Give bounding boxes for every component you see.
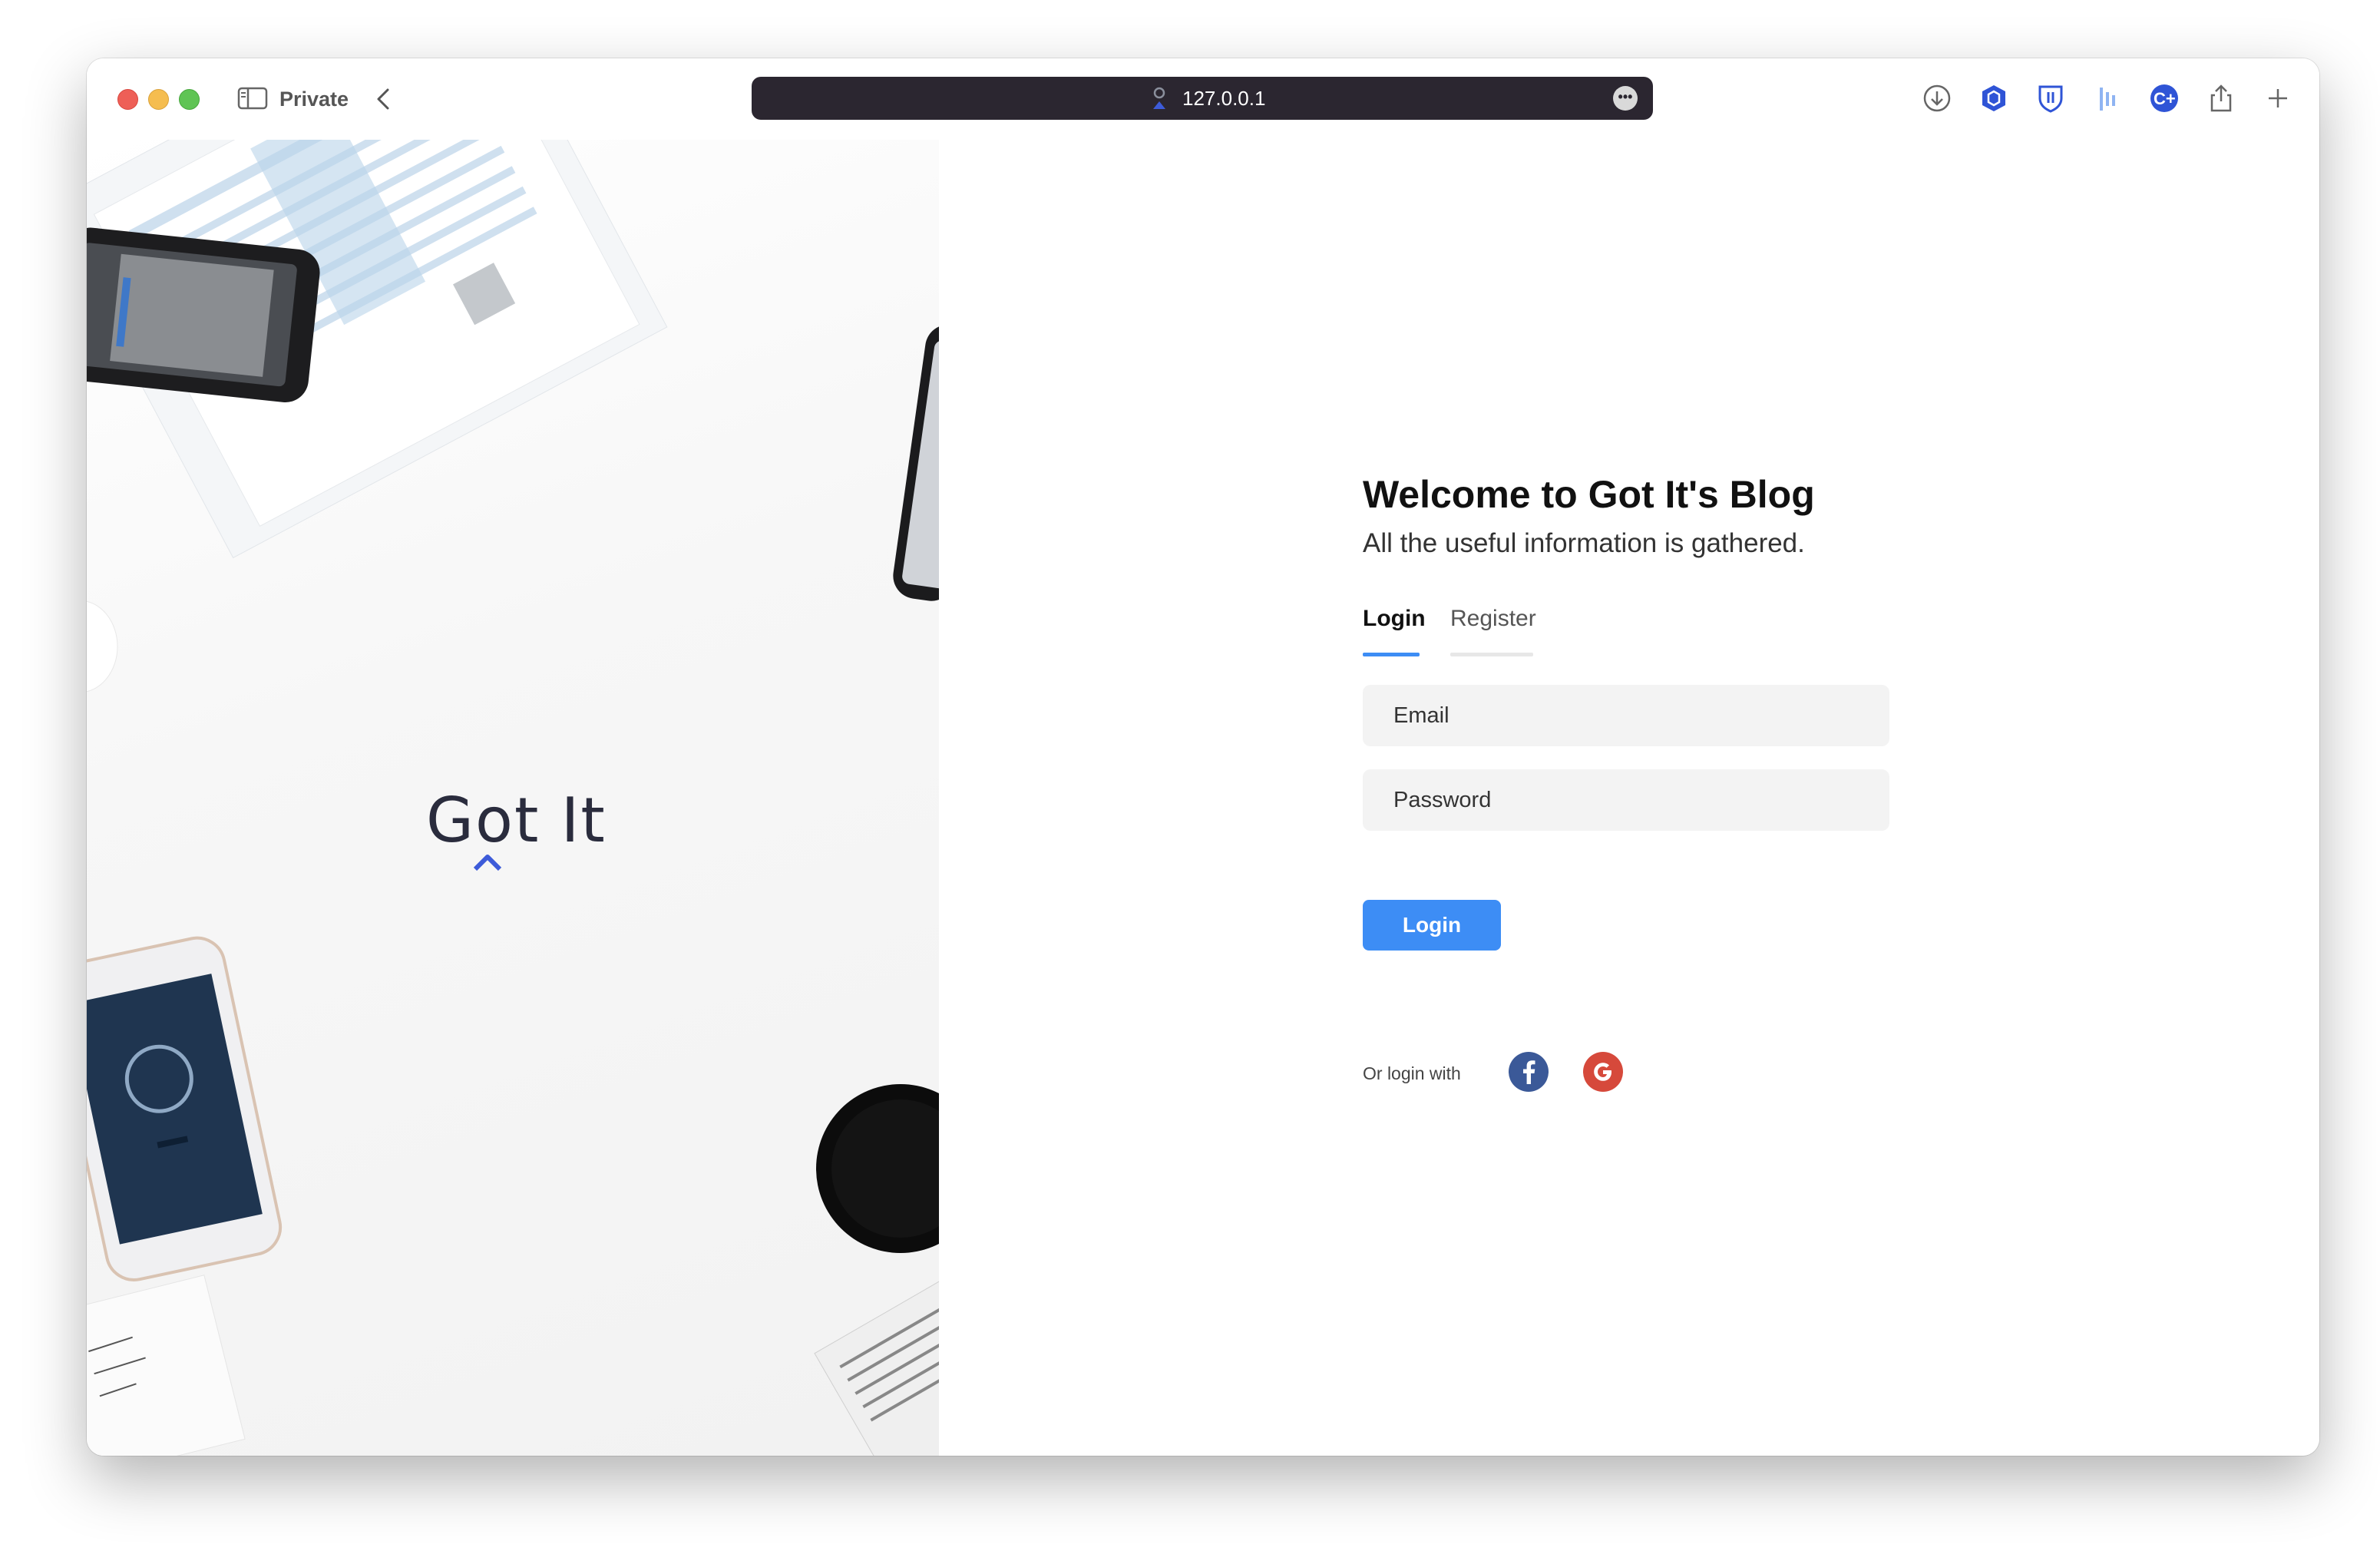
zoom-window-button[interactable]	[179, 89, 200, 110]
extension-bars-icon[interactable]	[2091, 81, 2124, 115]
logo-text: Got It	[426, 785, 607, 856]
logo-caret-icon	[472, 851, 503, 874]
browser-window: Private 127.0.0.1 ••• C+ Got It Welcome …	[87, 58, 2319, 1456]
tab-login-indicator	[1363, 653, 1420, 656]
page-subtitle: All the useful information is gathered.	[1363, 528, 1805, 558]
tab-register-indicator	[1450, 653, 1533, 656]
page-title: Welcome to Got It's Blog	[1363, 473, 1815, 516]
tab-login[interactable]: Login	[1363, 602, 1426, 636]
google-icon[interactable]	[1583, 1052, 1623, 1092]
login-form: Welcome to Got It's Blog All the useful …	[1363, 470, 1900, 1095]
auth-panel: Welcome to Got It's Blog All the useful …	[939, 140, 2319, 1456]
url-text: 127.0.0.1	[1182, 87, 1266, 110]
tab-register[interactable]: Register	[1450, 602, 1536, 636]
address-bar[interactable]: 127.0.0.1 •••	[752, 77, 1653, 120]
email-field[interactable]	[1363, 685, 1889, 746]
back-arrow-icon[interactable]	[372, 86, 395, 112]
new-tab-plus-icon[interactable]	[2261, 81, 2295, 115]
facebook-icon[interactable]	[1509, 1052, 1549, 1092]
page-menu-icon[interactable]: •••	[1613, 86, 1638, 111]
close-window-button[interactable]	[117, 89, 138, 110]
got-it-logo: Got It	[426, 785, 610, 877]
private-person-icon	[1151, 86, 1168, 111]
page-content: Got It Welcome to Got It's Blog All the …	[87, 140, 2319, 1456]
password-field[interactable]	[1363, 769, 1889, 831]
login-button[interactable]: Login	[1363, 900, 1501, 951]
private-mode-label: Private	[279, 88, 349, 111]
bitwarden-shield-icon[interactable]	[2034, 81, 2068, 115]
hero-image-panel: Got It	[87, 140, 939, 1456]
extension-c-plus-icon[interactable]: C+	[2147, 81, 2181, 115]
svg-text:C+: C+	[2154, 89, 2176, 108]
share-icon[interactable]	[2204, 81, 2238, 115]
social-login-label: Or login with	[1363, 1063, 1461, 1083]
extension-hex-icon[interactable]	[1977, 81, 2011, 115]
download-icon[interactable]	[1920, 81, 1954, 115]
sidebar-toggle-icon[interactable]	[237, 86, 268, 111]
browser-toolbar: Private 127.0.0.1 ••• C+	[87, 58, 2319, 141]
social-login: Or login with	[1363, 1052, 1900, 1095]
minimize-window-button[interactable]	[148, 89, 169, 110]
auth-tabs: Login Register	[1363, 602, 1900, 663]
